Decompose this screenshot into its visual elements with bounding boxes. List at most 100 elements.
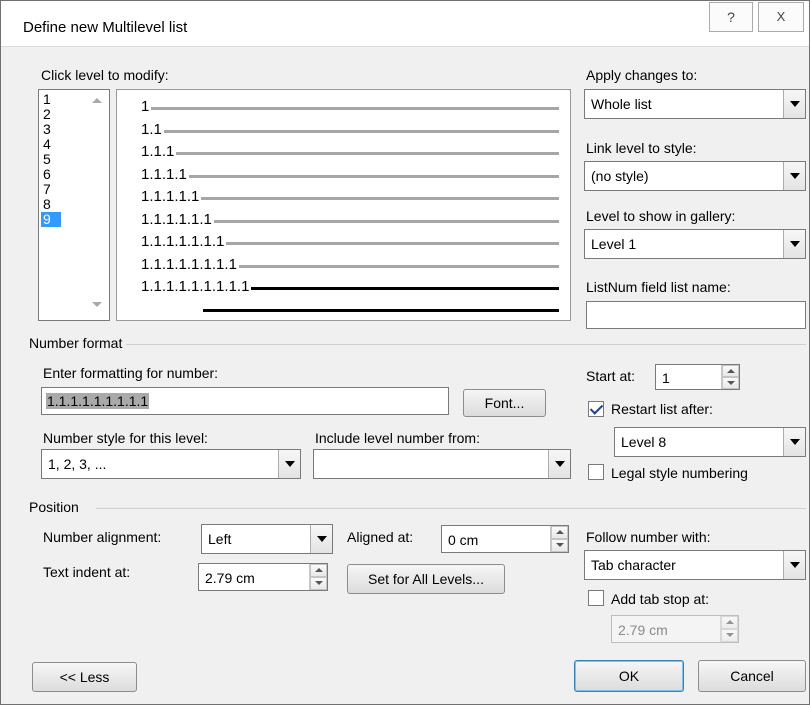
number-alignment-select[interactable]: Left (201, 524, 333, 554)
cancel-button[interactable]: Cancel (698, 660, 806, 692)
level-list-item[interactable]: 6 (41, 167, 61, 182)
preview-row-number: 1.1.1.1.1.1.1 (141, 233, 225, 250)
level-list-item[interactable]: 9 (41, 212, 61, 227)
spin-up-icon[interactable] (722, 365, 739, 377)
preview-row: 1.1.1 (117, 144, 572, 159)
chevron-down-icon[interactable] (783, 551, 805, 579)
aligned-at-spinner[interactable] (550, 526, 568, 552)
dialog-title: Define new Multilevel list (23, 19, 188, 36)
preview-row-number: 1.1 (141, 120, 162, 138)
start-at-value: 1 (662, 370, 670, 386)
ok-button[interactable]: OK (574, 660, 684, 692)
start-at-spinner[interactable] (721, 365, 739, 389)
level-list-item[interactable]: 3 (41, 122, 61, 137)
link-level-select[interactable]: (no style) (584, 161, 806, 191)
preview-row: 1 (117, 98, 572, 115)
level-gallery-select[interactable]: Level 1 (584, 229, 806, 259)
apply-changes-select[interactable]: Whole list (584, 89, 806, 119)
start-at-input[interactable]: 1 (655, 364, 740, 390)
scroll-down-icon[interactable] (92, 302, 102, 307)
set-all-levels-label: Set for All Levels... (368, 571, 484, 587)
spin-up-icon[interactable] (310, 564, 327, 577)
legal-numbering-label: Legal style numbering (611, 465, 748, 481)
tab-stop-input[interactable]: 2.79 cm (611, 615, 739, 643)
add-tab-stop-checkbox[interactable] (588, 590, 604, 606)
dialog-window: Define new Multilevel list ? X Click lev… (0, 0, 810, 705)
set-all-levels-button[interactable]: Set for All Levels... (347, 564, 505, 594)
link-level-label: Link level to style: (586, 140, 697, 156)
number-style-select[interactable]: 1, 2, 3, ... (41, 449, 301, 479)
spin-down-icon[interactable] (310, 577, 327, 590)
preview-row-line (201, 197, 559, 200)
number-style-label: Number style for this level: (43, 430, 208, 446)
spin-down-icon[interactable] (722, 377, 739, 389)
preview-row: 1.1.1.1.1 (117, 188, 572, 205)
chevron-down-icon[interactable] (310, 525, 332, 553)
tab-stop-spinner[interactable] (720, 616, 738, 642)
restart-list-checkbox[interactable] (588, 401, 604, 417)
chevron-down-icon[interactable] (783, 428, 805, 456)
text-indent-value: 2.79 cm (205, 570, 255, 586)
preview-row: 1.1.1.1.1.1.1.1 (117, 255, 572, 273)
listnum-input[interactable] (586, 301, 806, 329)
close-icon: X (776, 9, 786, 24)
font-button[interactable]: Font... (463, 389, 546, 417)
number-alignment-value: Left (208, 531, 232, 547)
less-button-label: << Less (59, 669, 110, 685)
chevron-down-icon[interactable] (278, 450, 300, 478)
scroll-up-icon[interactable] (92, 98, 102, 103)
follow-number-select[interactable]: Tab character (584, 550, 806, 580)
less-button[interactable]: << Less (32, 662, 137, 692)
preview-row-line (151, 107, 559, 110)
preview-row-number: 1.1.1.1.1.1.1.1 (141, 255, 237, 273)
preview-row-number: 1.1.1.1 (141, 165, 187, 183)
preview-row: 1.1 (117, 120, 572, 138)
apply-changes-value: Whole list (591, 96, 652, 112)
chevron-down-icon[interactable] (783, 230, 805, 258)
chevron-down-icon[interactable] (783, 162, 805, 190)
preview-row-line (239, 264, 559, 268)
level-list-item[interactable]: 7 (41, 182, 61, 197)
enter-format-label: Enter formatting for number: (43, 365, 219, 381)
chevron-down-icon[interactable] (783, 90, 805, 118)
aligned-at-label: Aligned at: (347, 529, 414, 545)
preview-row-number: 1.1.1.1.1 (141, 188, 200, 205)
help-button[interactable]: ? (709, 2, 753, 32)
preview-row-line (251, 287, 559, 290)
level-list-item[interactable]: 1 (41, 92, 61, 107)
level-list-scrollbar[interactable] (88, 92, 106, 318)
cancel-button-label: Cancel (730, 668, 774, 684)
level-list-item[interactable]: 2 (41, 107, 61, 122)
add-tab-stop-label: Add tab stop at: (611, 591, 710, 607)
number-style-value: 1, 2, 3, ... (48, 456, 107, 472)
level-list-item[interactable]: 5 (41, 152, 61, 167)
close-button[interactable]: X (758, 2, 804, 32)
level-list-item[interactable]: 4 (41, 137, 61, 152)
preview-row: 1.1.1.1.1.1.1.1.1 (117, 278, 572, 295)
restart-list-select[interactable]: Level 8 (614, 427, 806, 457)
tab-stop-value: 2.79 cm (618, 622, 668, 638)
preview-row-number: 1.1.1.1.1.1.1.1.1 (141, 278, 250, 295)
help-icon: ? (727, 9, 735, 25)
number-format-value: 1.1.1.1.1.1.1.1.1 (46, 393, 150, 409)
aligned-at-input[interactable]: 0 cm (441, 525, 569, 553)
preview-row-number: 1.1.1.1.1.1 (141, 210, 212, 228)
spin-down-icon[interactable] (551, 539, 568, 552)
preview-row-number: 1 (141, 98, 150, 115)
number-alignment-label: Number alignment: (43, 529, 162, 545)
level-list[interactable]: 123456789 (38, 89, 110, 321)
aligned-at-value: 0 cm (448, 532, 479, 548)
level-list-item[interactable]: 8 (41, 197, 61, 212)
preview-row-line (189, 174, 559, 178)
chevron-down-icon[interactable] (548, 450, 570, 478)
legal-numbering-checkbox[interactable] (588, 464, 604, 480)
section-divider (126, 344, 806, 345)
ok-button-label: OK (618, 668, 640, 684)
text-indent-spinner[interactable] (309, 564, 327, 590)
spin-up-icon[interactable] (551, 526, 568, 539)
number-format-input[interactable]: 1.1.1.1.1.1.1.1.1 (41, 387, 449, 415)
include-level-select[interactable] (313, 449, 571, 479)
text-indent-input[interactable]: 2.79 cm (198, 563, 328, 591)
spin-down-icon[interactable] (721, 629, 738, 642)
spin-up-icon[interactable] (721, 616, 738, 629)
